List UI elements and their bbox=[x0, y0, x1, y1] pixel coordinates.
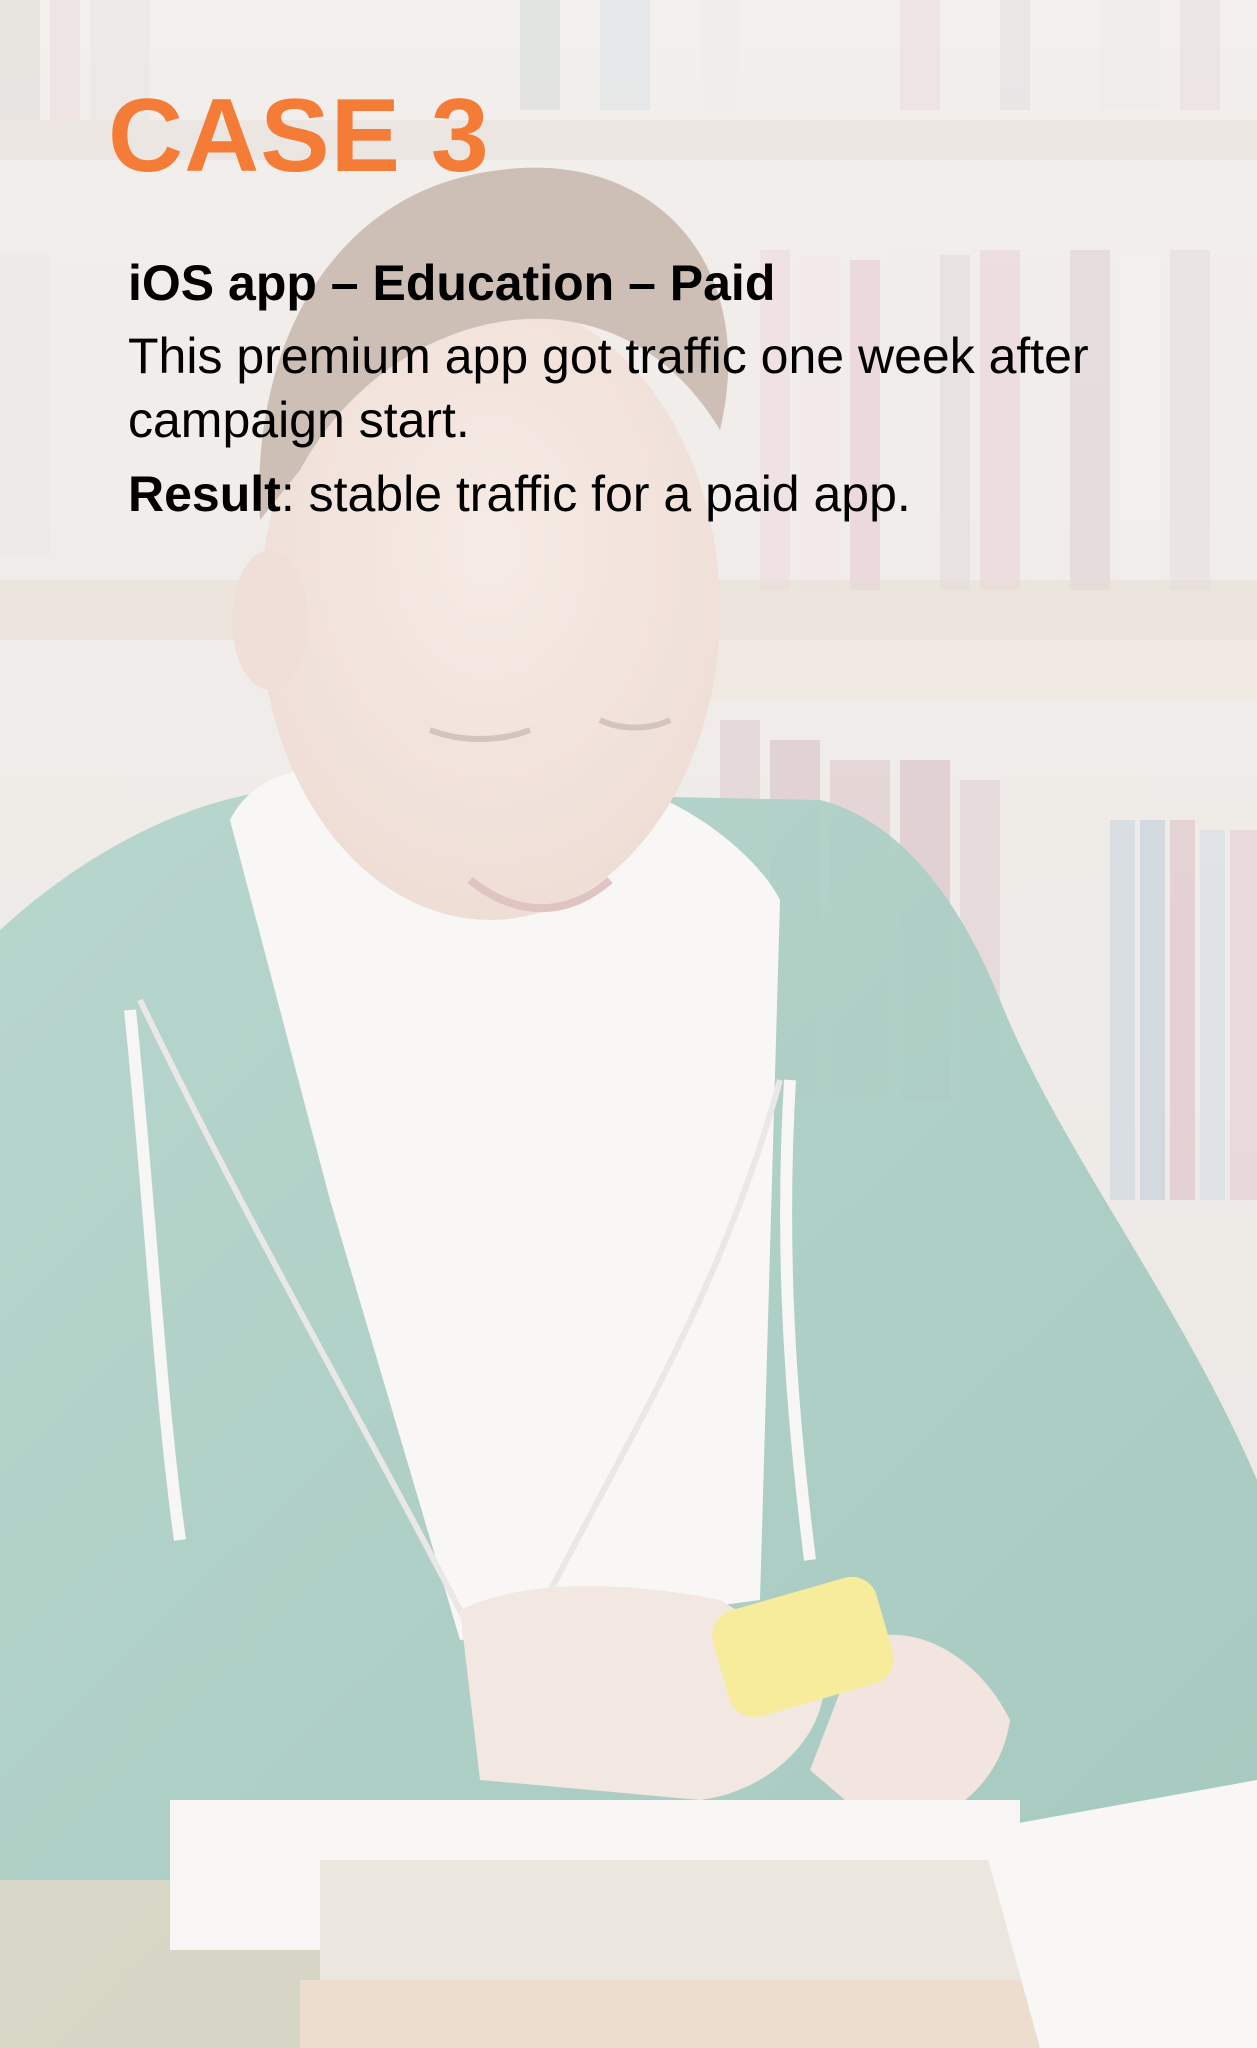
result-line: Result: stable traffic for a paid app. bbox=[128, 462, 1208, 526]
case-study-card: CASE 3 iOS app – Education – Paid This p… bbox=[0, 0, 1257, 2048]
case-details: iOS app – Education – Paid This premium … bbox=[128, 252, 1208, 526]
app-category-subtitle: iOS app – Education – Paid bbox=[128, 255, 776, 311]
result-label: Result bbox=[128, 466, 281, 522]
case-description: This premium app got traffic one week af… bbox=[128, 328, 1089, 448]
case-title: CASE 3 bbox=[108, 78, 490, 194]
result-text: : stable traffic for a paid app. bbox=[280, 466, 911, 522]
